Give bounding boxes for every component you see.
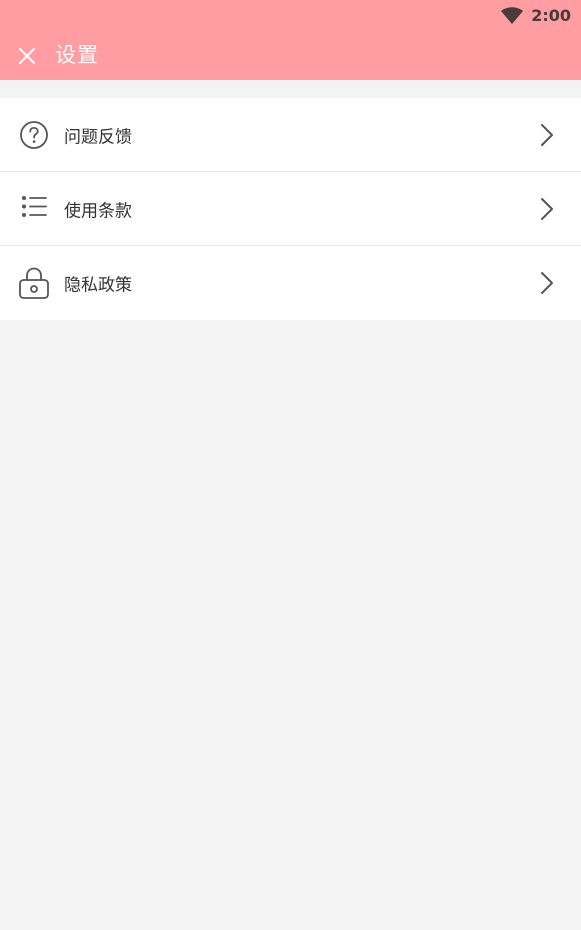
wifi-icon — [501, 7, 524, 24]
status-time: 2:00 — [531, 6, 571, 25]
lock-icon — [18, 267, 50, 299]
settings-list: 问题反馈 使用条款 隐私政策 — [0, 98, 581, 320]
settings-item-terms[interactable]: 使用条款 — [0, 172, 581, 246]
chevron-right-icon — [539, 122, 555, 148]
status-bar: 2:00 — [0, 0, 581, 30]
page-title: 设置 — [55, 43, 99, 67]
help-circle-icon — [18, 119, 50, 151]
settings-item-feedback[interactable]: 问题反馈 — [0, 98, 581, 172]
list-icon — [18, 193, 50, 225]
chevron-right-icon — [539, 196, 555, 222]
settings-item-label: 问题反馈 — [64, 127, 132, 147]
settings-item-privacy[interactable]: 隐私政策 — [0, 246, 581, 320]
settings-item-label: 使用条款 — [64, 201, 132, 221]
status-icons: 2:00 — [501, 6, 571, 26]
close-icon — [19, 48, 35, 64]
app-bar: 设置 — [0, 30, 581, 80]
close-button[interactable] — [16, 45, 38, 67]
settings-item-label: 隐私政策 — [64, 275, 132, 296]
chevron-right-icon — [539, 270, 555, 296]
